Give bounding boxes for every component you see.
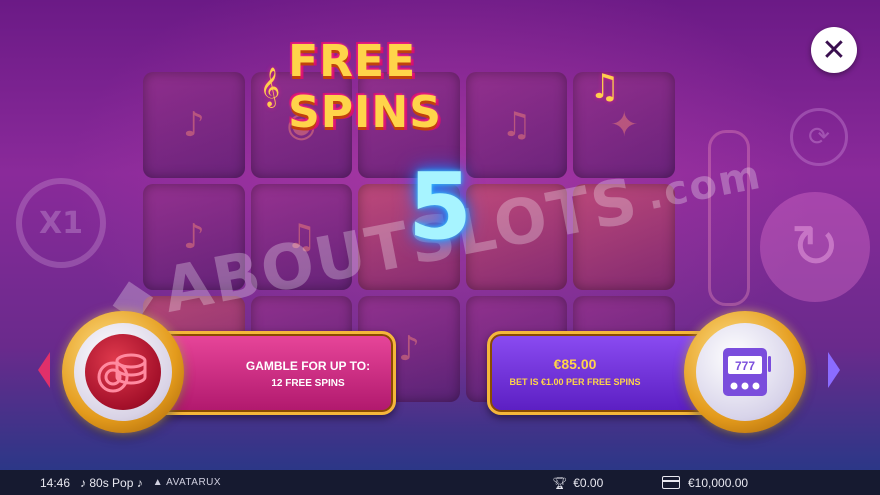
reel-cell: ♪ xyxy=(143,72,245,178)
poker-chips-icon xyxy=(97,353,147,393)
close-icon: ✕ xyxy=(821,32,847,68)
trophy-icon: 🏆︎ xyxy=(552,475,568,490)
page-title: FREE SPINS xyxy=(288,36,442,138)
provider-logo-icon: ▲ xyxy=(152,477,164,488)
gamble-title: GAMBLE FOR UP TO: xyxy=(245,359,371,373)
music-note-icon: 𝄞 xyxy=(260,67,281,107)
svg-text:777: 777 xyxy=(735,359,755,373)
balance-amount: €10,000.00 xyxy=(688,475,749,490)
provider-logo: ▲ AVATARUX xyxy=(153,477,221,488)
status-left: 14:46 ♪ 80s Pop ♪ ▲ AVATARUX xyxy=(40,470,221,495)
collect-value: €85.00 xyxy=(553,356,597,372)
credit-card-icon xyxy=(662,476,680,489)
clock: 14:46 xyxy=(40,475,71,490)
arrow-left-icon xyxy=(38,352,50,388)
close-button[interactable]: ✕ xyxy=(811,27,857,73)
medal-core xyxy=(85,334,161,410)
medal-ring: 777 xyxy=(696,323,794,421)
free-spins-count: 5 xyxy=(407,153,472,260)
medal-ring xyxy=(74,323,172,421)
title-banner: 𝄞 FREE SPINS ♫ xyxy=(260,36,620,138)
multiplier-badge: X1 xyxy=(16,178,106,268)
gamble-subtitle: 12 FREE SPINS xyxy=(271,378,345,389)
music-note-icon: ♫ xyxy=(589,67,620,107)
game-name: ♪ 80s Pop ♪ xyxy=(80,475,143,490)
collect-medal[interactable]: 777 xyxy=(684,311,806,433)
win-display: 🏆︎ €0.00 xyxy=(552,470,603,495)
gamble-medal[interactable] xyxy=(62,311,184,433)
gamble-button[interactable]: GAMBLE FOR UP TO: 12 FREE SPINS xyxy=(150,331,396,415)
win-amount: €0.00 xyxy=(573,475,604,490)
provider-name: AVATARUX xyxy=(166,477,222,488)
balance-display: €10,000.00 xyxy=(662,470,748,495)
status-bar: 14:46 ♪ 80s Pop ♪ ▲ AVATARUX 🏆︎ €0.00 €1… xyxy=(0,470,880,495)
watermark-tld: .com xyxy=(642,151,766,220)
arrow-right-icon xyxy=(828,352,840,388)
collect-subtitle: BET IS €1.00 PER FREE SPINS xyxy=(509,377,641,387)
slot-machine-icon: 777 xyxy=(723,348,771,396)
